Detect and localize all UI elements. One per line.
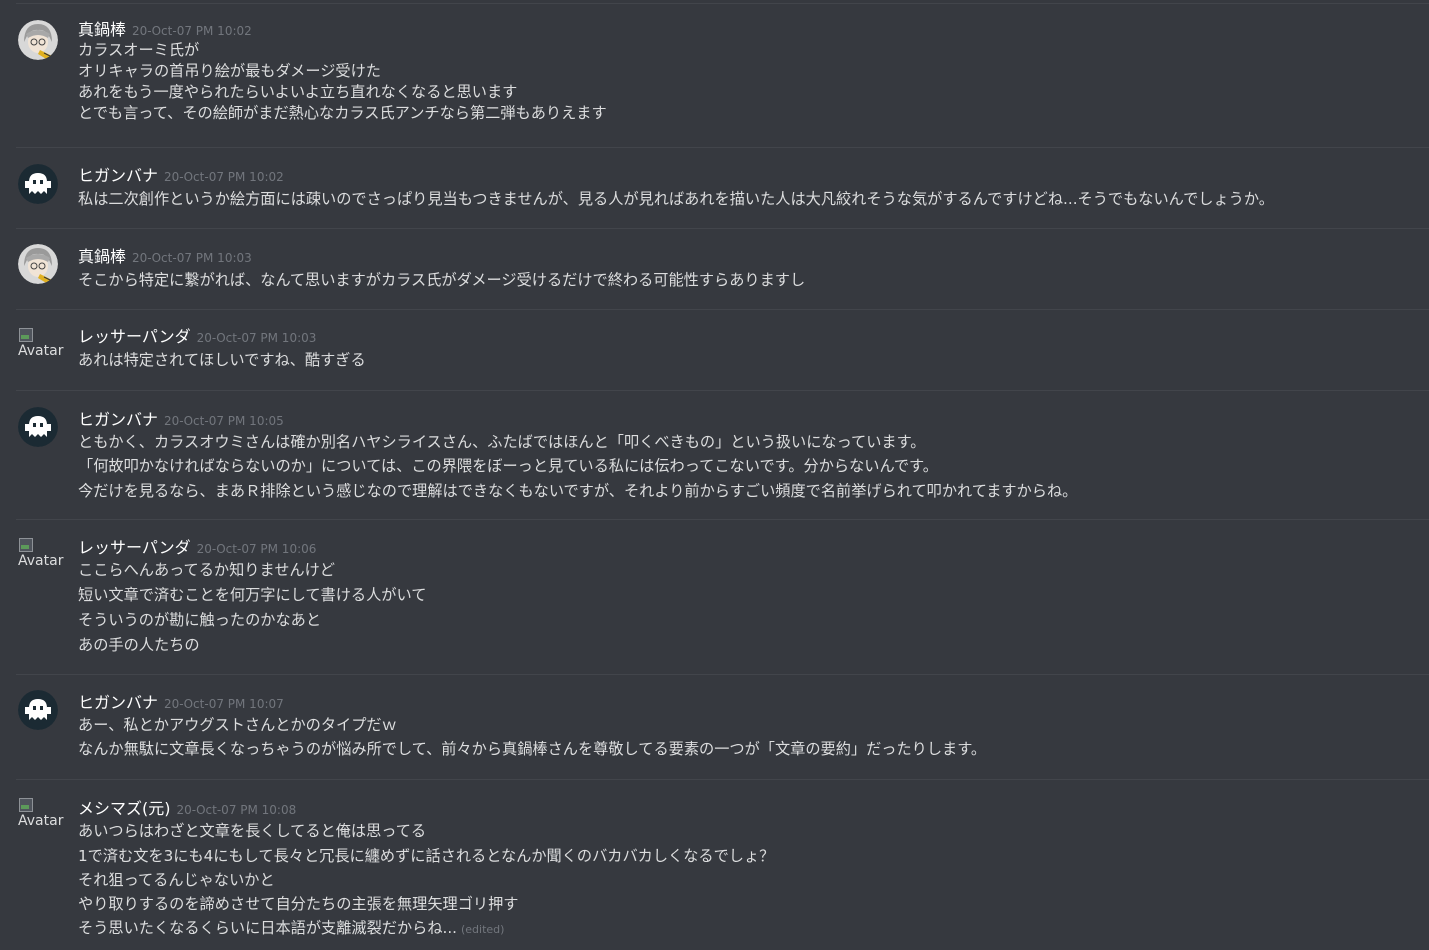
chat-log: 真鍋棒 20-Oct-07 PM 10:02 カラスオーミ氏が オリキャラの首吊り…: [0, 0, 1429, 950]
message-line: それ狙ってるんじゃないかと: [78, 871, 275, 889]
message-line: カラスオーミ氏が: [78, 41, 200, 59]
message: Avatar メシマズ(元) 20-Oct-07 PM 10:08 あいつらはわざ…: [16, 779, 1429, 950]
avatar-alt-text: Avatar: [18, 813, 64, 829]
message-line: 1で済む文を3にも4にもして長々と冗長に纏めずに話されるとなんか聞くのバカバカし…: [78, 847, 775, 865]
avatar[interactable]: Avatar: [18, 326, 70, 368]
avatar[interactable]: [18, 407, 58, 447]
message: Avatar レッサーパンダ 20-Oct-07 PM 10:06 ここらへんあっ…: [16, 519, 1429, 675]
higanbana-avatar-icon: [18, 164, 58, 204]
message: Avatar レッサーパンダ 20-Oct-07 PM 10:03 あれは特定され…: [16, 309, 1429, 391]
message-timestamp: 20-Oct-07 PM 10:07: [164, 697, 284, 711]
message-author[interactable]: ヒガンバナ: [78, 410, 158, 429]
message: ヒガンバナ 20-Oct-07 PM 10:07 あー、私とかアウグストさんとかの…: [16, 674, 1429, 780]
message-author[interactable]: レッサーパンダ: [78, 538, 191, 557]
avatar-alt-text: Avatar: [18, 343, 64, 359]
message-line: そこから特定に繋がれば、なんて思いますがカラス氏がダメージ受けるだけで終わる可能…: [78, 271, 806, 289]
message-timestamp: 20-Oct-07 PM 10:05: [164, 414, 284, 428]
message-line: あー、私とかアウグストさんとかのタイプだｗ: [78, 716, 397, 734]
broken-image-icon: [18, 796, 34, 812]
higanbana-avatar-icon: [18, 690, 58, 730]
message-timestamp: 20-Oct-07 PM 10:08: [176, 803, 297, 817]
message-line: とでも言って、その絵師がまだ熱心なカラス氏アンチなら第二弾もありえます: [78, 104, 607, 122]
avatar-alt-text: Avatar: [18, 553, 64, 569]
avatar[interactable]: [18, 244, 58, 284]
avatar[interactable]: Avatar: [18, 796, 70, 838]
message-author[interactable]: レッサーパンダ: [78, 327, 191, 346]
message-line: そういうのが勘に触ったのかなあと: [78, 611, 321, 629]
message-timestamp: 20-Oct-07 PM 10:03: [196, 331, 317, 345]
higanbana-avatar-icon: [18, 407, 58, 447]
message-line-last: そう思いたくなるくらいに日本語が支離滅裂だからね... (edited): [78, 916, 1419, 940]
avatar[interactable]: [18, 20, 58, 60]
message-author[interactable]: メシマズ(元): [78, 799, 171, 818]
message-author[interactable]: ヒガンバナ: [78, 166, 158, 185]
avatar[interactable]: [18, 164, 58, 204]
edited-label: (edited): [460, 923, 505, 936]
message-timestamp: 20-Oct-07 PM 10:02: [132, 24, 252, 38]
message-line: 「何故叩かなければならないのか」については、この界隈をぼーっと見ている私には伝わ…: [78, 457, 938, 475]
message: ヒガンバナ 20-Oct-07 PM 10:02 私は二次創作というか絵方面には疎…: [16, 147, 1429, 228]
message-line: ともかく、カラスオウミさんは確か別名ハヤシライスさん、ふたばではほんと「叩くべき…: [78, 433, 926, 451]
avatar[interactable]: Avatar: [18, 536, 70, 578]
broken-image-icon: [18, 536, 34, 552]
message-line: やり取りするのを諦めさせて自分たちの主張を無理矢理ゴリ押す: [78, 895, 519, 913]
message-text: そう思いたくなるくらいに日本語が支離滅裂だからね...: [78, 919, 457, 937]
message-timestamp: 20-Oct-07 PM 10:06: [196, 542, 317, 556]
message-line: あいつらはわざと文章を長くしてると俺は思ってる: [78, 822, 427, 840]
message-line: あれをもう一度やられたらいよいよ立ち直れなくなると思います: [78, 83, 518, 101]
message-line: なんか無駄に文章長くなっちゃうのが悩み所でして、前々から真鍋棒さんを尊敬してる要…: [78, 740, 987, 758]
message-author[interactable]: 真鍋棒: [78, 20, 126, 39]
message-line: 私は二次創作というか絵方面には疎いのでさっぱり見当もつきませんが、見る人が見れば…: [78, 190, 1274, 208]
message-line: 短い文章で済むことを何万字にして書ける人がいて: [78, 586, 427, 604]
broken-image-icon: [18, 326, 34, 342]
manabebou-avatar-icon: [18, 20, 58, 60]
message-author[interactable]: 真鍋棒: [78, 247, 126, 266]
message-line: 今だけを見るなら、まあＲ排除という感じなので理解はできなくもないですが、それより…: [78, 482, 1078, 500]
message-timestamp: 20-Oct-07 PM 10:02: [164, 170, 284, 184]
message-line: オリキャラの首吊り絵が最もダメージ受けた: [78, 62, 381, 80]
message-line: あの手の人たちの: [78, 636, 200, 654]
avatar[interactable]: [18, 690, 58, 730]
message-author[interactable]: ヒガンバナ: [78, 693, 158, 712]
message-timestamp: 20-Oct-07 PM 10:03: [132, 251, 252, 265]
message-line: あれは特定されてほしいですね、酷すぎる: [78, 351, 366, 369]
message: ヒガンバナ 20-Oct-07 PM 10:05 ともかく、カラスオウミさんは確か…: [16, 390, 1429, 520]
message: 真鍋棒 20-Oct-07 PM 10:03 そこから特定に繋がれば、なんて思いま…: [16, 228, 1429, 310]
message: 真鍋棒 20-Oct-07 PM 10:02 カラスオーミ氏が オリキャラの首吊り…: [16, 3, 1429, 147]
message-line: ここらへんあってるか知りませんけど: [78, 561, 335, 579]
manabebou-avatar-icon: [18, 244, 58, 284]
